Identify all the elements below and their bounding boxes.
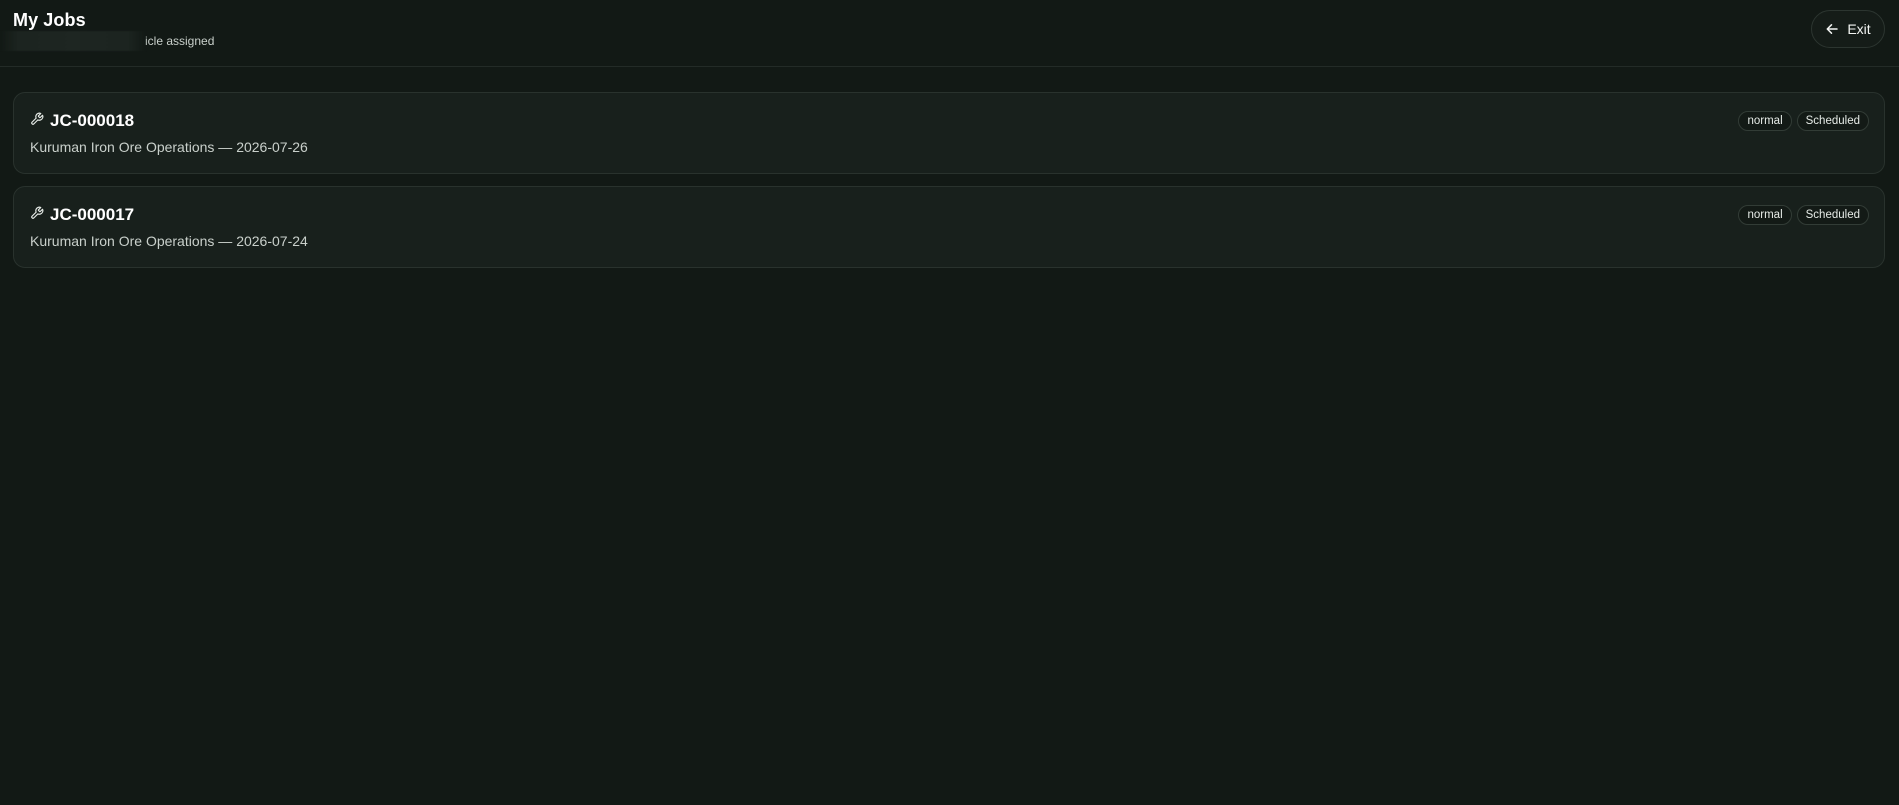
job-badges: normal Scheduled — [1738, 205, 1869, 225]
status-badge: Scheduled — [1796, 205, 1869, 225]
page-title: My Jobs — [13, 10, 86, 30]
job-id: JC-000017 — [50, 205, 135, 224]
job-card-header: JC-000018 — [30, 111, 134, 131]
exit-label: Exit — [1847, 21, 1871, 37]
exit-button[interactable]: Exit — [1811, 10, 1885, 48]
subtitle-row: icle assigned — [0, 31, 214, 51]
job-description: Kuruman Iron Ore Operations — 2026-07-26 — [30, 139, 308, 155]
job-list: JC-000018 Kuruman Iron Ore Operations — … — [13, 92, 1885, 280]
wrench-icon — [30, 206, 44, 225]
priority-badge: normal — [1738, 205, 1792, 225]
job-card[interactable]: JC-000017 Kuruman Iron Ore Operations — … — [13, 186, 1885, 268]
job-badges: normal Scheduled — [1738, 111, 1869, 131]
job-id: JC-000018 — [50, 111, 135, 130]
vehicle-assignment-subtitle: icle assigned — [145, 34, 215, 48]
app-header: My Jobs icle assigned Exit — [0, 0, 1899, 67]
wrench-icon — [30, 112, 44, 131]
priority-badge: normal — [1738, 111, 1792, 131]
status-badge: Scheduled — [1796, 111, 1869, 131]
arrow-left-icon — [1825, 22, 1839, 36]
job-description: Kuruman Iron Ore Operations — 2026-07-24 — [30, 233, 308, 249]
job-card-header: JC-000017 — [30, 205, 134, 225]
job-card[interactable]: JC-000018 Kuruman Iron Ore Operations — … — [13, 92, 1885, 174]
redacted-text — [0, 31, 146, 51]
